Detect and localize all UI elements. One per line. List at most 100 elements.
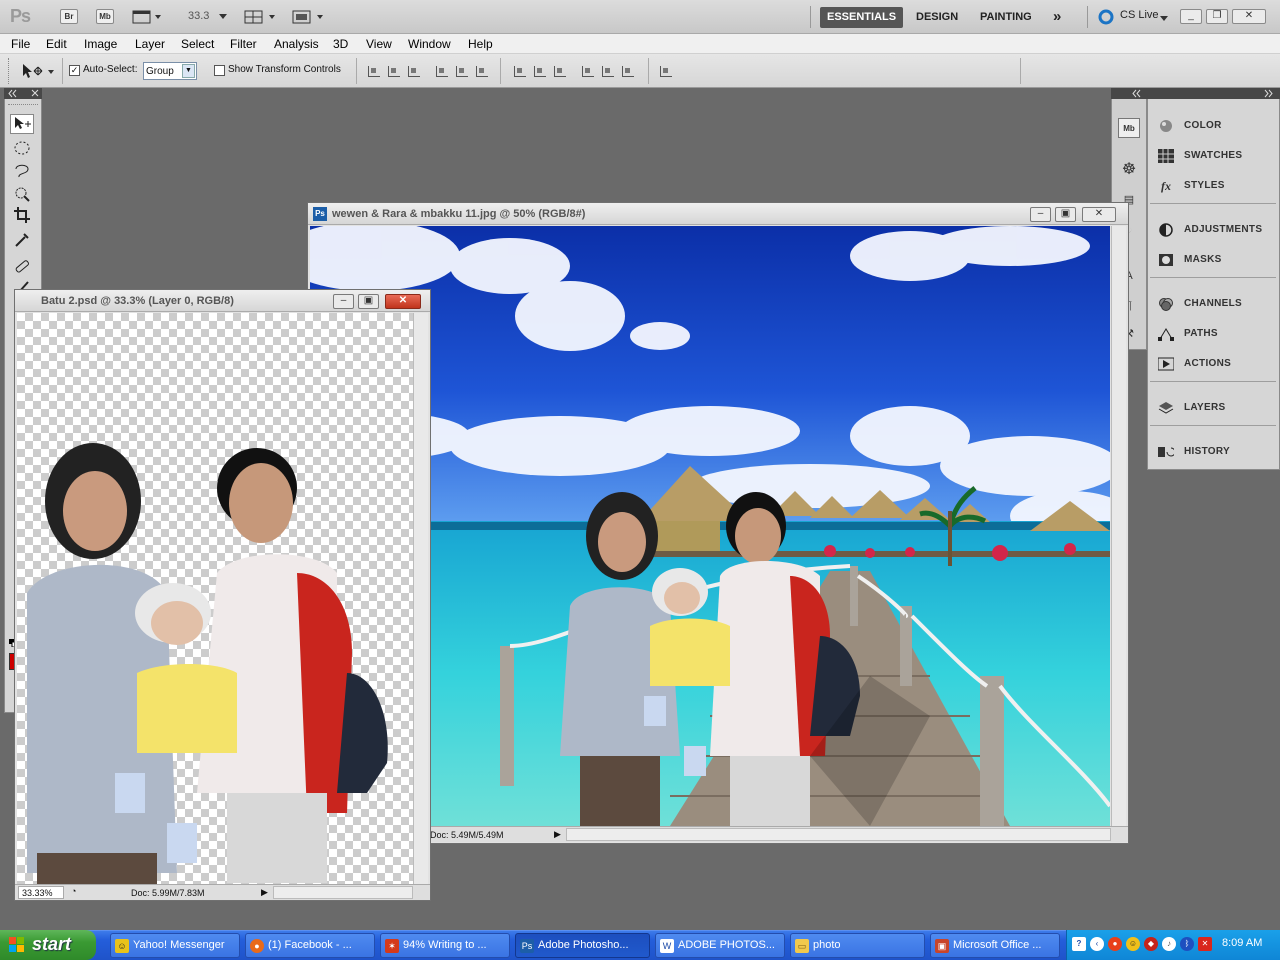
taskbar-item-word[interactable]: W ADOBE PHOTOS... [655,933,785,958]
doc-close-button[interactable]: ✕ [385,294,421,309]
antivirus-icon[interactable]: ● [1108,937,1122,951]
color-panel-tab[interactable]: COLOR [1150,112,1276,140]
distribute-right-icon[interactable] [622,66,634,77]
distribute-bottom-icon[interactable] [554,66,566,77]
tools-panel-header[interactable] [4,88,42,99]
swatches-panel-tab[interactable]: SWATCHES [1150,142,1276,170]
menu-image[interactable]: Image [84,37,117,51]
auto-align-layers-icon[interactable] [660,66,672,77]
zoom-level[interactable]: 33.3 [188,10,209,22]
horizontal-scrollbar[interactable] [566,828,1111,841]
navigator-panel-icon[interactable]: ☸ [1118,160,1140,180]
zoom-field[interactable]: 33.33% [18,886,64,899]
menu-view[interactable]: View [366,37,392,51]
help-icon[interactable]: ? [1072,937,1086,951]
status-menu-arrow-icon[interactable]: ▶ [554,829,561,840]
menu-window[interactable]: Window [408,37,451,51]
layers-panel-tab[interactable]: LAYERS [1150,394,1276,422]
mini-bridge-panel-icon[interactable]: Mb [1118,118,1140,138]
doc-size-status[interactable]: Doc: 5.99M/7.83M [131,888,205,898]
distribute-left-icon[interactable] [582,66,594,77]
tool-preset-picker[interactable] [20,61,56,81]
menu-file[interactable]: File [11,37,30,51]
align-vcenter-icon[interactable] [388,66,400,77]
workspace-essentials[interactable]: ESSENTIALS [820,7,904,28]
masks-panel-tab[interactable]: MASKS [1150,246,1276,274]
chevron-left-icon[interactable]: ‹ [1090,937,1104,951]
options-grip[interactable] [8,58,11,84]
close-button[interactable]: ✕ [1232,9,1266,24]
document-titlebar[interactable]: Batu 2.psd @ 33.3% (Layer 0, RGB/8) – ▣ … [15,290,430,312]
doc-minimize-button[interactable]: – [1030,207,1051,222]
bridge-button[interactable]: Br [60,9,78,24]
screen-mode-button[interactable] [292,9,326,24]
messenger-tray-icon[interactable]: ☺ [1126,937,1140,951]
more-workspaces-icon[interactable]: » [1046,6,1068,27]
taskbar-item-photo-folder[interactable]: ▭ photo [790,933,925,958]
styles-panel-tab[interactable]: fx STYLES [1150,172,1276,200]
align-bottom-icon[interactable] [408,66,420,77]
taskbar-item-office[interactable]: ▣ Microsoft Office ... [930,933,1060,958]
move-icon[interactable] [10,114,34,134]
menu-3d[interactable]: 3D [333,37,348,51]
align-left-icon[interactable] [436,66,448,77]
marquee-icon[interactable] [12,138,32,158]
paths-panel-tab[interactable]: PATHS [1150,320,1276,348]
menu-help[interactable]: Help [468,37,493,51]
vertical-scrollbar[interactable] [413,313,428,885]
history-panel-tab[interactable]: HISTORY [1150,438,1276,466]
mini-bridge-button[interactable]: Mb [96,9,114,24]
shield-icon[interactable]: ◆ [1144,937,1158,951]
zoom-dropdown-icon[interactable] [218,11,228,25]
menu-edit[interactable]: Edit [46,37,67,51]
arrange-documents-button[interactable] [244,9,278,24]
horizontal-scrollbar[interactable] [273,886,413,899]
show-transform-checkbox[interactable] [214,65,225,76]
status-menu-arrow-icon[interactable]: ▶ [261,887,268,898]
cs-live-label[interactable]: CS Live [1120,9,1159,21]
taskbar-clock[interactable]: 8:09 AM [1222,937,1262,949]
info-icon[interactable]: ◔ [71,886,85,899]
distribute-vcenter-icon[interactable] [534,66,546,77]
crop-icon[interactable] [12,205,32,225]
cs-live-dropdown-icon[interactable] [1160,12,1168,26]
doc-minimize-button[interactable]: – [333,294,354,309]
vertical-scrollbar[interactable] [1111,226,1126,826]
eyedropper-icon[interactable] [12,229,32,249]
auto-select-dropdown[interactable]: Group ▼ [143,62,197,80]
align-hcenter-icon[interactable] [456,66,468,77]
network-icon[interactable]: ✕ [1198,937,1212,951]
panel-dock-header[interactable] [1111,88,1280,99]
doc-maximize-button[interactable]: ▣ [358,294,379,309]
menu-layer[interactable]: Layer [135,37,165,51]
minimize-button[interactable]: _ [1180,9,1202,24]
workspace-design[interactable]: DESIGN [909,7,965,28]
document-titlebar[interactable]: Ps wewen & Rara & mbakku 11.jpg @ 50% (R… [308,203,1128,225]
bluetooth-icon[interactable]: ᛒ [1180,937,1194,951]
menu-filter[interactable]: Filter [230,37,257,51]
volume-icon[interactable]: ♪ [1162,937,1176,951]
adjustments-panel-tab[interactable]: ADJUSTMENTS [1150,216,1276,244]
lasso-icon[interactable] [12,160,32,180]
healing-brush-icon[interactable] [12,256,32,276]
menu-select[interactable]: Select [181,37,214,51]
taskbar-item-photoshop[interactable]: Ps Adobe Photosho... [515,933,650,958]
tools-grip[interactable] [8,104,38,106]
distribute-hcenter-icon[interactable] [602,66,614,77]
align-top-icon[interactable] [368,66,380,77]
taskbar-item-burning[interactable]: ✶ 94% Writing to ... [380,933,510,958]
actions-panel-tab[interactable]: ACTIONS [1150,350,1276,378]
quick-select-icon[interactable] [12,183,32,203]
taskbar-item-yahoo[interactable]: ☺ Yahoo! Messenger [110,933,240,958]
doc-close-button[interactable]: ✕ [1082,207,1116,222]
workspace-painting[interactable]: PAINTING [973,7,1039,28]
doc-size-status[interactable]: Doc: 5.49M/5.49M [430,830,504,840]
doc-maximize-button[interactable]: ▣ [1055,207,1076,222]
view-extras-button[interactable] [132,9,162,24]
distribute-top-icon[interactable] [514,66,526,77]
align-right-icon[interactable] [476,66,488,77]
auto-select-checkbox[interactable]: ✓ [69,65,80,76]
document-window-batu[interactable]: Batu 2.psd @ 33.3% (Layer 0, RGB/8) – ▣ … [14,289,431,901]
restore-button[interactable]: ❐ [1206,9,1228,24]
menu-analysis[interactable]: Analysis [274,37,319,51]
